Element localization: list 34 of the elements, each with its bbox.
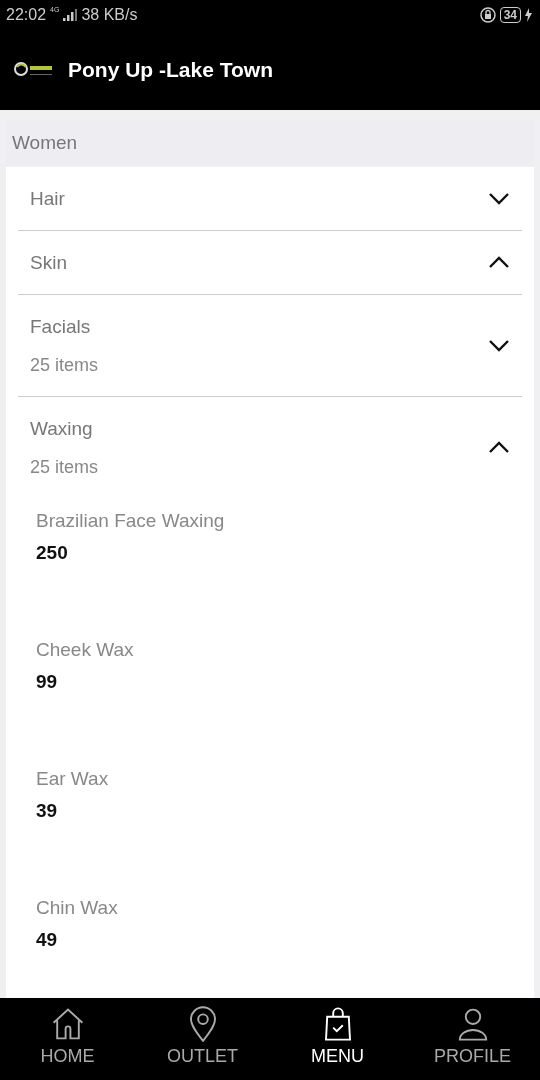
service-name: Brazilian Face Waxing <box>36 510 226 532</box>
battery-level: 34 <box>499 7 521 23</box>
service-price: 99 <box>36 671 59 693</box>
category-header[interactable]: Hair <box>18 167 522 230</box>
category-header[interactable]: Skin <box>18 231 522 294</box>
nav-tab[interactable]: MENU <box>270 1006 405 1080</box>
category-name: Waxing <box>30 417 94 440</box>
chevron-down-icon <box>488 339 510 352</box>
service-name: Chin Wax <box>36 897 119 919</box>
category-header[interactable]: Waxing 25 items <box>18 397 522 498</box>
service-price: 49 <box>36 929 59 951</box>
service-name: Ear Wax <box>36 768 110 790</box>
item-count: 25 items <box>30 456 100 478</box>
service-price: 250 <box>36 542 69 564</box>
chevron-up-icon <box>488 441 510 454</box>
nav-tab[interactable]: HOME <box>0 1006 135 1080</box>
category-name: Skin <box>30 251 68 274</box>
header-title: Pony Up -Lake Town <box>68 58 273 82</box>
nav-tab[interactable]: OUTLET <box>135 1006 270 1080</box>
nav-tab[interactable]: PROFILE <box>405 1006 540 1080</box>
clock: 22:02 <box>6 6 47 24</box>
service-price: 39 <box>36 800 59 822</box>
category-name: Facials <box>30 315 92 338</box>
category-name: Hair <box>30 187 66 210</box>
category-header[interactable]: Facials 25 items <box>18 295 522 396</box>
rotation-lock-icon <box>479 7 496 23</box>
charging-icon <box>525 8 532 22</box>
section-header: Women <box>6 120 534 167</box>
chevron-down-icon <box>488 192 510 205</box>
signal-icon <box>63 9 78 21</box>
item-count: 25 items <box>30 354 100 376</box>
network-speed: 38 KB/s <box>81 6 138 24</box>
chevron-up-icon <box>488 256 510 269</box>
service-name: Cheek Wax <box>36 639 135 661</box>
